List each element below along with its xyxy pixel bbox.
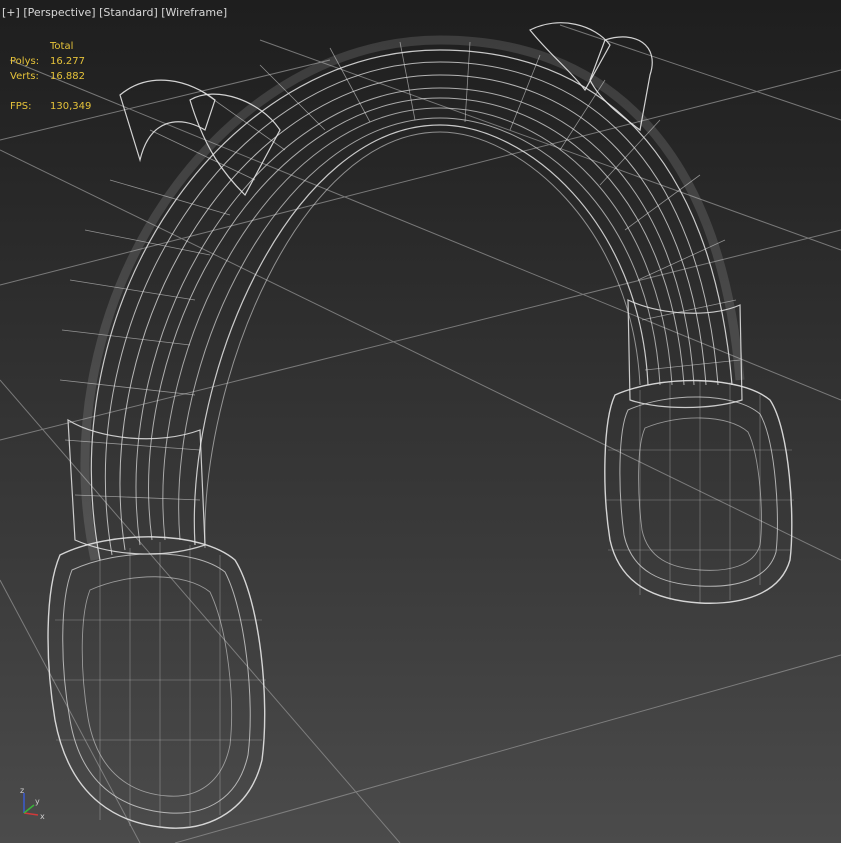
scene-statistics: Total Polys: 16.277 Verts: 16.882 FPS: 130,… — [10, 39, 91, 114]
axis-tripod-icon: z x y — [20, 786, 45, 821]
axis-x-label: x — [40, 812, 45, 821]
headphones-wireframe[interactable] — [47, 22, 794, 829]
right-ear-cup[interactable] — [604, 379, 794, 604]
viewport-general-menu[interactable]: [+] — [2, 6, 20, 19]
viewport-shading-style-menu[interactable]: [Standard] — [99, 6, 158, 19]
viewport-label-menu: [+] [Perspective] [Standard] [Wireframe] — [2, 6, 227, 19]
stats-verts-label: Verts: — [10, 71, 39, 82]
viewport-display-mode-menu[interactable]: [Wireframe] — [161, 6, 227, 19]
stats-total-header: Total — [50, 41, 74, 52]
perspective-viewport[interactable]: [+] [Perspective] [Standard] [Wireframe]… — [0, 0, 841, 843]
stats-polys-label: Polys: — [10, 56, 40, 67]
stats-verts-value: 16.882 — [50, 71, 85, 82]
left-ear-cup[interactable] — [47, 536, 266, 829]
stats-polys-value: 16.277 — [50, 56, 85, 67]
axis-y-label: y — [35, 797, 40, 806]
axis-z-label: z — [20, 786, 24, 795]
stats-fps-label: FPS: — [10, 101, 32, 112]
viewport-point-of-view-menu[interactable]: [Perspective] — [23, 6, 95, 19]
viewport-scene[interactable] — [0, 0, 841, 843]
ground-grid — [0, 24, 841, 843]
stats-fps-value: 130,349 — [50, 101, 92, 112]
